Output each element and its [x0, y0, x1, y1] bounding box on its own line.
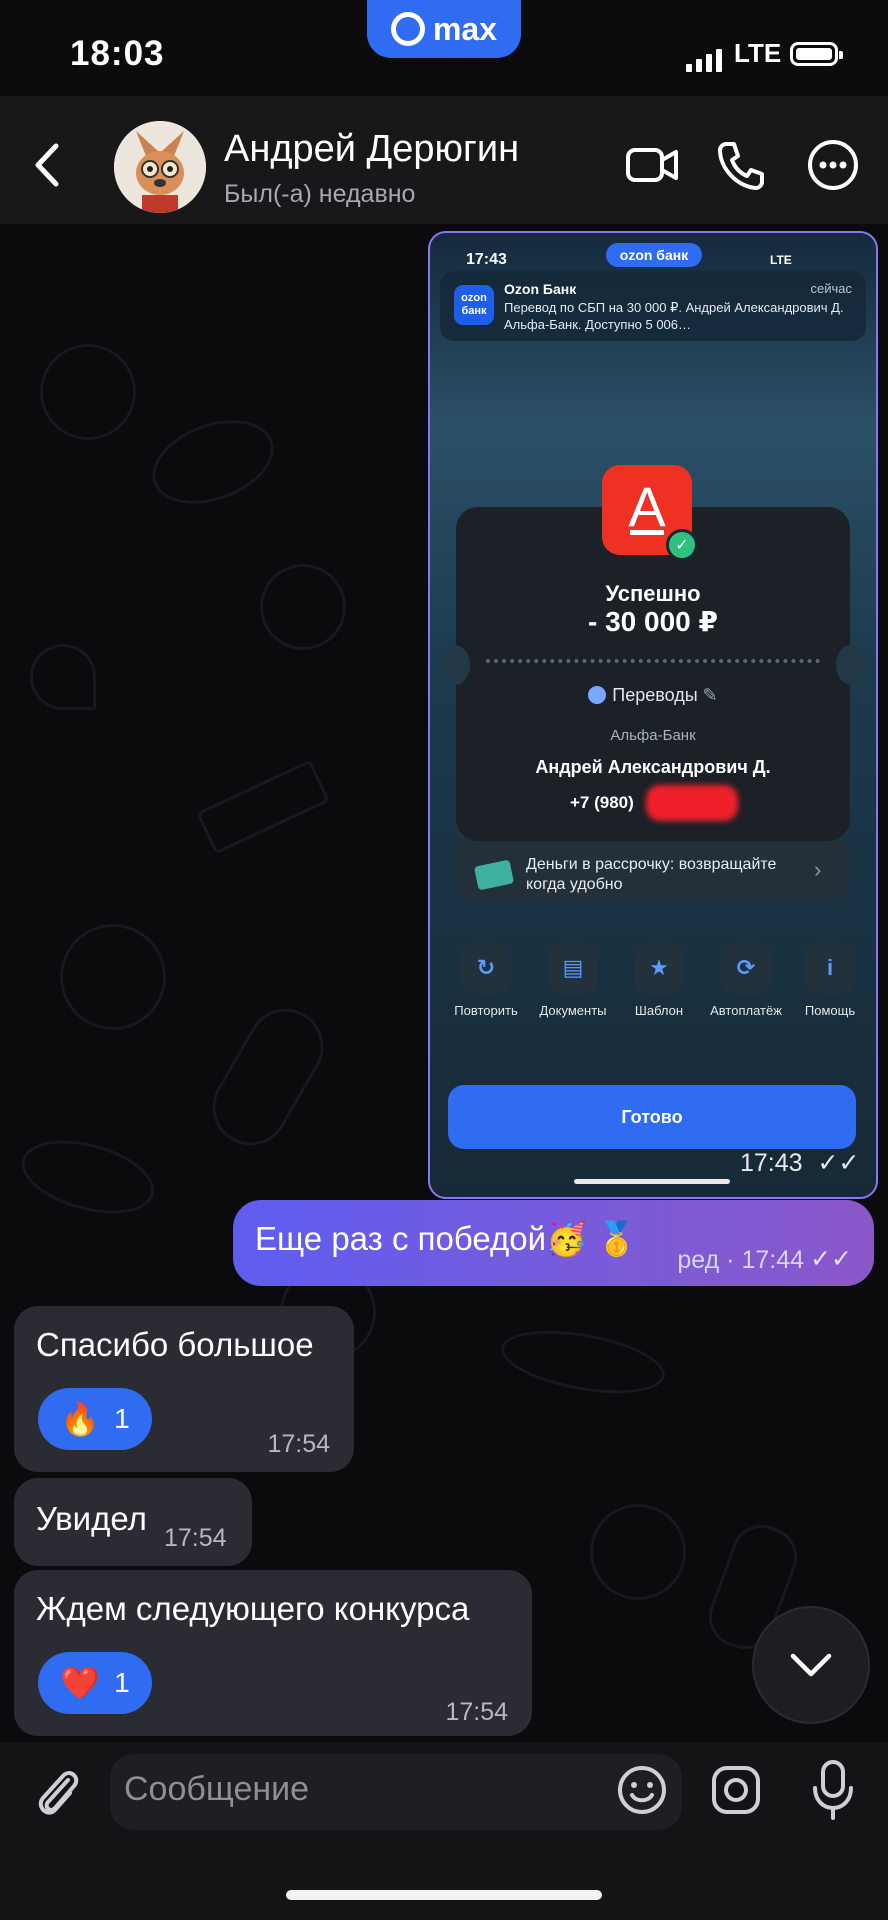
- reaction-chip[interactable]: 🔥 1: [38, 1388, 152, 1450]
- message-text: Еще раз с победой🥳 🥇: [255, 1220, 638, 1257]
- payment-screenshot: 17:43 ozon банк LTE ozon банк Ozon Банк …: [430, 233, 876, 1197]
- notification-body: Перевод по СБП на 30 000 ₽. Андрей Алекс…: [504, 300, 844, 332]
- transfer-amount: - 30 000 ₽: [587, 606, 718, 637]
- chevron-right-icon: ›: [814, 857, 822, 882]
- emoji-button[interactable]: [614, 1762, 670, 1818]
- voice-message-button[interactable]: [806, 1756, 860, 1824]
- message-time: 17:54: [267, 1430, 330, 1458]
- heart-icon: ❤️: [60, 1665, 101, 1701]
- shot-status-time: 17:43: [466, 251, 507, 268]
- voice-call-button[interactable]: [712, 136, 770, 194]
- autopay-icon: ⟳: [721, 943, 771, 993]
- status-time: 18:03: [70, 34, 165, 73]
- recipient-name: Андрей Александрович Д.: [535, 757, 771, 777]
- recipient-phone: +7 (980): [570, 793, 634, 812]
- battery-icon: [790, 42, 843, 66]
- promo-text: Деньги в рассрочку: возвращайте когда уд…: [526, 856, 777, 893]
- shot-island: ozon банк: [606, 243, 702, 267]
- max-logo-icon: [390, 12, 425, 46]
- camera-button[interactable]: [708, 1762, 764, 1818]
- message-text: Увидел: [36, 1500, 147, 1537]
- redaction-mark: [646, 785, 738, 821]
- scroll-down-button[interactable]: [752, 1606, 870, 1724]
- reaction-chip[interactable]: ❤️ 1: [38, 1652, 152, 1714]
- message-text: Ждем следующего конкурса: [36, 1590, 470, 1627]
- recipient-bank: Альфа-Банк: [610, 727, 696, 744]
- home-indicator: [286, 1890, 602, 1900]
- incoming-message[interactable]: Увидел 17:54: [14, 1478, 252, 1566]
- done-button: Готово: [448, 1085, 856, 1149]
- network-label: LTE: [734, 38, 782, 68]
- notification-title: Ozon Банк: [504, 281, 577, 297]
- microphone-icon: [813, 1760, 853, 1820]
- repeat-icon: ↻: [461, 943, 511, 993]
- incoming-message[interactable]: Спасибо большое 🔥 1 17:54: [14, 1306, 354, 1472]
- bank-notification: ozon банк Ozon Банк сейчас Перевод по СБ…: [440, 271, 866, 341]
- message-time: 17:54: [164, 1524, 227, 1552]
- category-label: Переводы: [612, 685, 698, 705]
- transfer-status: Успешно: [605, 581, 701, 606]
- reaction-count: 1: [114, 1667, 130, 1698]
- app-badge-label: max: [432, 10, 498, 47]
- pencil-icon: ✎: [702, 685, 718, 705]
- shot-network: LTE: [770, 253, 792, 267]
- ozon-bank-icon: ozon банк: [454, 285, 494, 325]
- attach-button[interactable]: [30, 1762, 84, 1824]
- incoming-message[interactable]: Ждем следующего конкурса ❤️ 1 17:54: [14, 1570, 532, 1736]
- signal-icon: [686, 42, 726, 72]
- contact-status: Был(-а) недавно: [224, 180, 416, 208]
- outgoing-message[interactable]: Еще раз с победой🥳 🥇 ред · 17:44 ✓✓: [233, 1200, 874, 1286]
- message-input-placeholder: Сообщение: [124, 1770, 310, 1808]
- fox-avatar-icon: [114, 121, 206, 213]
- smiley-icon: [618, 1766, 666, 1814]
- document-icon: ▤: [548, 943, 598, 993]
- message-text: Спасибо большое: [36, 1326, 314, 1363]
- read-checkmarks-icon: ✓✓: [810, 1245, 852, 1273]
- transfer-category: Переводы ✎: [430, 685, 876, 706]
- chevron-left-icon: [35, 143, 59, 187]
- contact-name[interactable]: Андрей Дерюгин: [224, 128, 519, 171]
- checkmark-icon: ✓: [666, 529, 698, 561]
- paperclip-icon: [38, 1771, 79, 1815]
- more-options-button[interactable]: [804, 136, 862, 194]
- avatar[interactable]: [114, 121, 206, 213]
- fire-icon: 🔥: [60, 1401, 101, 1437]
- divider: [486, 659, 820, 663]
- app-badge: max: [367, 0, 521, 58]
- phone-icon: [718, 142, 764, 190]
- more-icon: [808, 140, 858, 190]
- action-autopay: ⟳ Автоплатёж: [706, 943, 786, 1018]
- info-icon: i: [805, 943, 855, 993]
- action-repeat: ↻ Повторить: [446, 943, 526, 1018]
- camera-icon: [712, 1766, 760, 1814]
- transfers-icon: [588, 686, 607, 704]
- read-checkmarks-icon: ✓✓: [817, 1149, 860, 1177]
- message-time: 17:54: [445, 1698, 508, 1726]
- action-documents: ▤ Документы: [533, 943, 613, 1018]
- message-meta: ред · 17:44: [677, 1246, 804, 1274]
- video-camera-icon: [626, 148, 678, 182]
- star-icon: ★: [634, 943, 684, 993]
- action-help: i Помощь: [790, 943, 870, 1018]
- action-template: ★ Шаблон: [619, 943, 699, 1018]
- notification-time: сейчас: [810, 281, 853, 296]
- image-message[interactable]: 17:43 ozon банк LTE ozon банк Ozon Банк …: [428, 231, 878, 1199]
- shot-home-indicator: [574, 1179, 730, 1184]
- reaction-count: 1: [114, 1403, 130, 1434]
- chevron-down-icon: [790, 1653, 832, 1677]
- image-message-time: 17:43 ✓✓: [740, 1149, 860, 1177]
- back-button[interactable]: [28, 140, 68, 190]
- video-call-button[interactable]: [624, 136, 682, 194]
